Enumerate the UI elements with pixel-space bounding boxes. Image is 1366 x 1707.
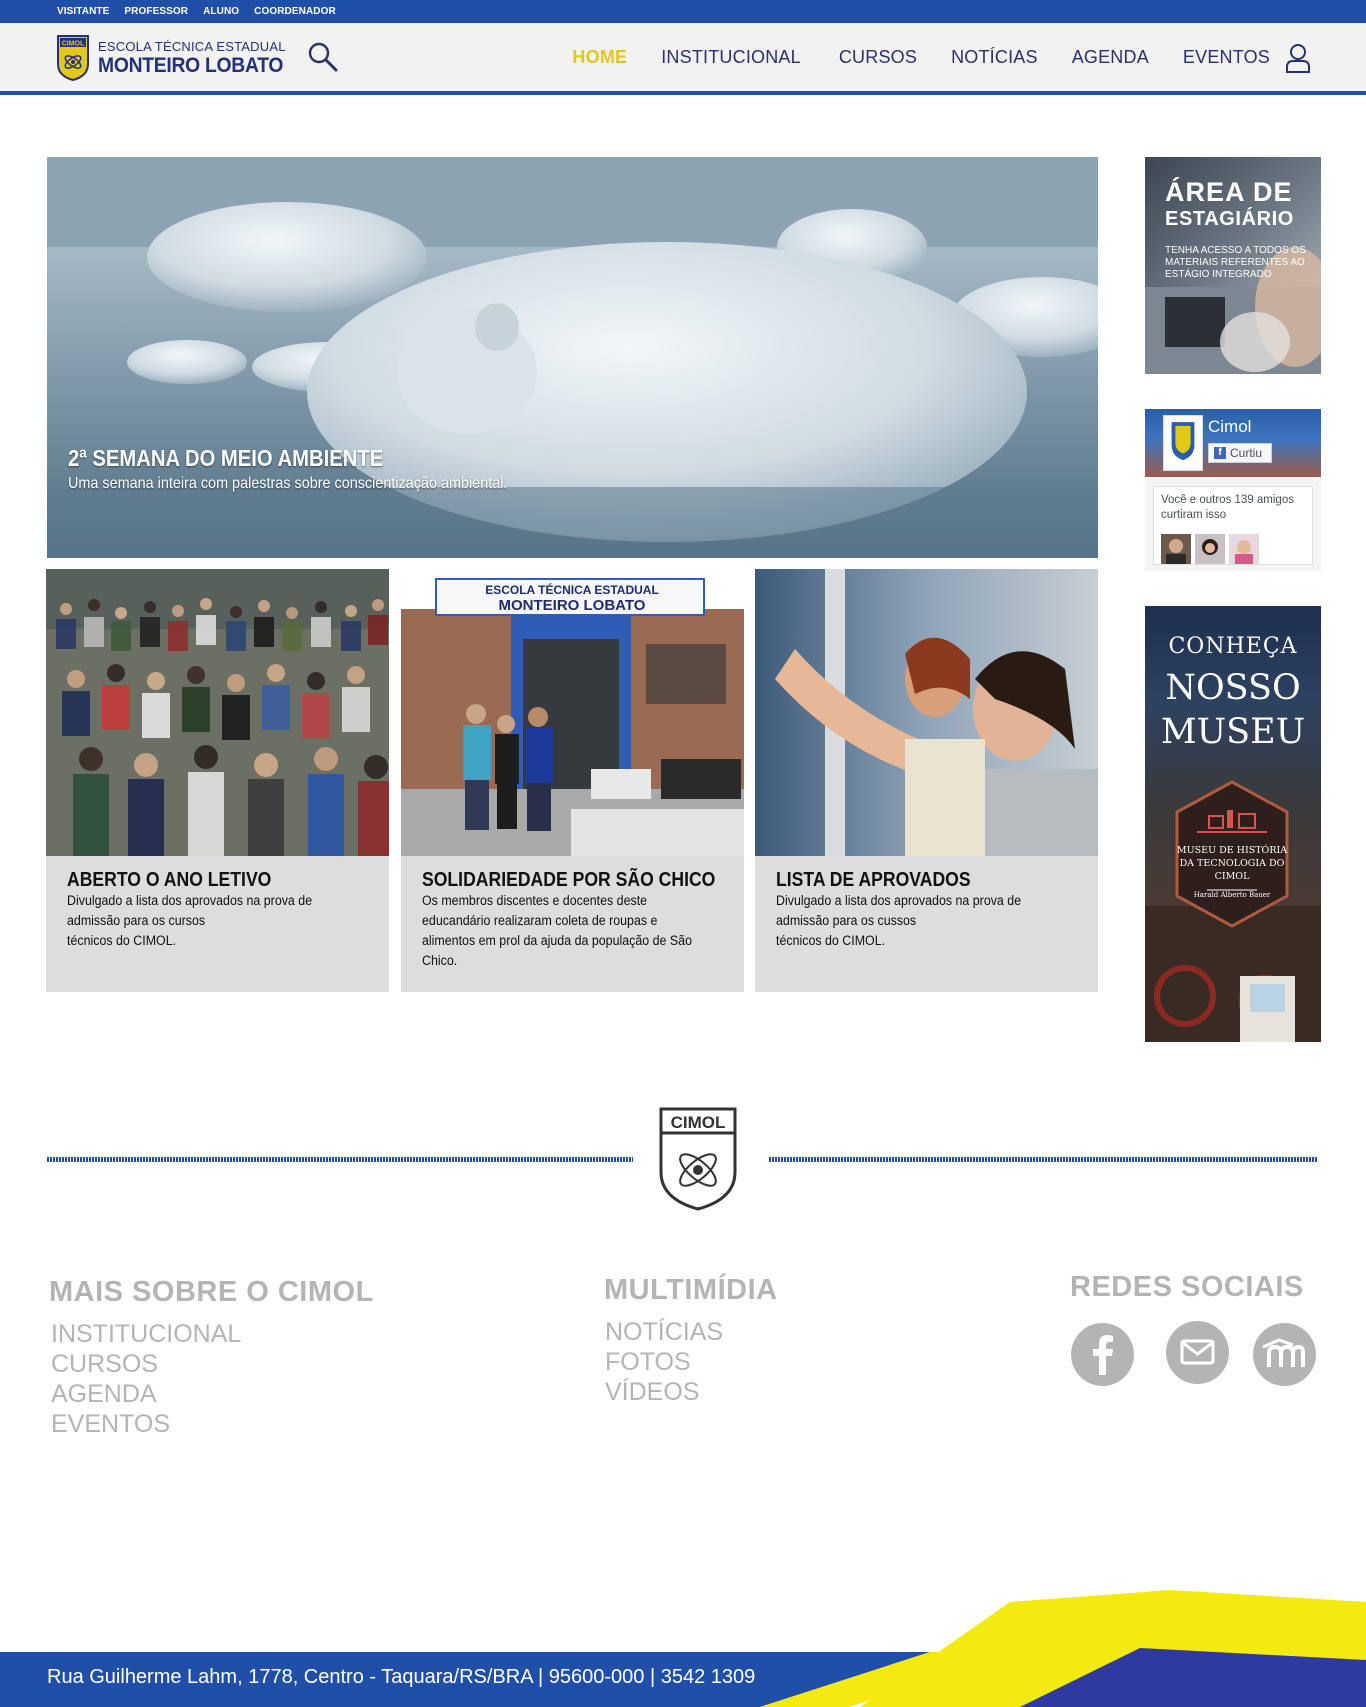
museu-badge-text: MUSEU DE HISTÓRIA DA TECNOLOGIA DO CIMOL xyxy=(1176,845,1288,882)
museu-badge-name: Harald Alberto Bauer xyxy=(1193,891,1271,899)
hero-caption: 2ª SEMANA DO MEIO AMBIENTE Uma semana in… xyxy=(68,445,556,493)
footer-col1-title: MAIS SOBRE O CIMOL xyxy=(49,1276,374,1308)
divider-line-right xyxy=(769,1157,1317,1162)
footer-col3-title: REDES SOCIAIS xyxy=(1070,1271,1304,1303)
moodle-icon[interactable] xyxy=(1253,1323,1316,1386)
footer-col2-title: MULTIMÍDIA xyxy=(604,1274,778,1306)
museu-line-3: MUSEU xyxy=(1160,712,1306,752)
friend-avatar[interactable] xyxy=(1195,534,1225,564)
divider-line-left xyxy=(47,1157,633,1162)
facebook-page-widget[interactable]: Cimol f Curtiu Você e outros 139 amigos … xyxy=(1145,409,1321,571)
museu-promo[interactable]: CONHEÇA NOSSO MUSEU MUSEU DE HISTÓRIA DA… xyxy=(1145,606,1321,1042)
friend-avatar[interactable] xyxy=(1229,534,1259,564)
facebook-like-label: Curtiu xyxy=(1230,446,1263,460)
facebook-page-name: Cimol xyxy=(1208,417,1252,436)
museu-line-1: CONHEÇA xyxy=(1168,634,1298,659)
card-text: Divulgado a lista dos aprovados na prova… xyxy=(776,893,1022,948)
facebook-friends-panel: Você e outros 139 amigos curtiram isso xyxy=(1153,486,1313,565)
friend-avatar[interactable] xyxy=(1161,534,1191,564)
role-link-professor[interactable]: PROFESSOR xyxy=(124,6,188,17)
news-card-aprovados[interactable]: LISTA DE APROVADOS Divulgado a lista dos… xyxy=(755,569,1098,992)
photo-banner-line-2: MONTEIRO LOBATO xyxy=(499,597,646,614)
students-crowd-photo xyxy=(46,569,389,856)
footer-link-institucional[interactable]: INSTITUCIONAL xyxy=(51,1320,241,1349)
photo-banner-line-1: ESCOLA TÉCNICA ESTADUAL xyxy=(485,582,659,597)
card-text: Os membros discentes e docentes deste ed… xyxy=(422,893,692,968)
logo-line-1: ESCOLA TÉCNICA ESTADUAL xyxy=(98,39,286,54)
facebook-f-icon: f xyxy=(1214,447,1226,459)
facebook-page-avatar xyxy=(1163,415,1203,471)
nav-institucional[interactable]: INSTITUCIONAL xyxy=(661,47,801,68)
card-title: SOLIDARIEDADE POR SÃO CHICO xyxy=(422,869,716,891)
news-card-solidariedade[interactable]: ESCOLA TÉCNICA ESTADUAL MONTEIRO LOBATO … xyxy=(401,569,744,992)
footer-link-eventos[interactable]: EVENTOS xyxy=(51,1410,170,1439)
hero-banner[interactable]: 2ª SEMANA DO MEIO AMBIENTE Uma semana in… xyxy=(47,157,1098,558)
news-card-ano-letivo[interactable]: ABERTO O ANO LETIVO Divulgado a lista do… xyxy=(46,569,389,992)
hero-polar-bear-image xyxy=(47,157,1098,558)
shield-badge-text: CIMOL xyxy=(62,41,85,48)
role-links: VISITANTE PROFESSOR ALUNO COORDENADOR xyxy=(57,0,336,23)
emblem-text: CIMOL xyxy=(671,1113,726,1132)
footer-link-cursos[interactable]: CURSOS xyxy=(51,1350,158,1379)
user-icon[interactable] xyxy=(1285,43,1311,73)
cimol-shield-icon: CIMOL xyxy=(57,35,89,82)
nav-cursos[interactable]: CURSOS xyxy=(839,47,917,68)
facebook-friend-faces xyxy=(1161,534,1259,564)
role-link-coordenador[interactable]: COORDENADOR xyxy=(254,6,336,17)
cimol-emblem-icon: CIMOL xyxy=(659,1107,737,1211)
school-logo[interactable]: CIMOL ESCOLA TÉCNICA ESTADUAL MONTEIRO L… xyxy=(56,34,299,82)
estagio-area-promo[interactable]: ÁREA DE ESTAGIÁRIO TENHA ACESSO A TODOS … xyxy=(1145,157,1321,374)
role-link-visitante[interactable]: VISITANTE xyxy=(57,6,109,17)
email-icon[interactable] xyxy=(1166,1321,1229,1384)
facebook-icon[interactable] xyxy=(1071,1323,1134,1386)
nav-noticias[interactable]: NOTÍCIAS xyxy=(951,47,1038,68)
role-link-aluno[interactable]: ALUNO xyxy=(203,6,239,17)
logo-line-2: MONTEIRO LOBATO xyxy=(98,54,284,77)
card-title: LISTA DE APROVADOS xyxy=(776,869,971,891)
card-text: Divulgado a lista dos aprovados na prova… xyxy=(67,893,313,948)
logo-text: ESCOLA TÉCNICA ESTADUAL MONTEIRO LOBATO xyxy=(98,40,299,76)
footer-address: Rua Guilherme Lahm, 1778, Centro - Taqua… xyxy=(47,1666,756,1688)
estagio-title-2: ESTAGIÁRIO xyxy=(1165,208,1294,230)
hero-subtitle: Uma semana inteira com palestras sobre c… xyxy=(68,475,508,492)
top-role-bar: VISITANTE PROFESSOR ALUNO COORDENADOR xyxy=(0,0,1366,23)
search-icon[interactable] xyxy=(307,41,339,73)
facebook-friends-text: Você e outros 139 amigos curtiram isso xyxy=(1161,494,1294,521)
facebook-glyph xyxy=(1093,1335,1113,1375)
nav-agenda[interactable]: AGENDA xyxy=(1072,47,1149,68)
card-title: ABERTO O ANO LETIVO xyxy=(67,869,272,891)
museu-line-2: NOSSO xyxy=(1165,668,1301,708)
footer-link-noticias[interactable]: NOTÍCIAS xyxy=(605,1318,723,1347)
nav-eventos[interactable]: EVENTOS xyxy=(1183,47,1270,68)
footer-link-videos[interactable]: VÍDEOS xyxy=(605,1378,699,1407)
estagio-text: TENHA ACESSO A TODOS OS MATERIAIS REFERE… xyxy=(1165,245,1306,280)
email-glyph xyxy=(1180,1339,1215,1365)
hero-title: 2ª SEMANA DO MEIO AMBIENTE xyxy=(68,445,384,471)
facebook-like-button[interactable]: f Curtiu xyxy=(1208,443,1272,463)
estagio-title-1: ÁREA DE xyxy=(1165,177,1293,207)
school-entrance-photo: ESCOLA TÉCNICA ESTADUAL MONTEIRO LOBATO xyxy=(401,569,744,856)
main-nav: HOME INSTITUCIONAL CURSOS NOTÍCIAS AGEND… xyxy=(572,23,1270,91)
footer-link-fotos[interactable]: FOTOS xyxy=(605,1348,691,1377)
moodle-glyph xyxy=(1262,1338,1305,1367)
footer-link-agenda[interactable]: AGENDA xyxy=(51,1380,157,1409)
site-header: CIMOL ESCOLA TÉCNICA ESTADUAL MONTEIRO L… xyxy=(0,23,1366,95)
students-list-photo xyxy=(755,569,1098,856)
nav-home[interactable]: HOME xyxy=(572,47,627,68)
